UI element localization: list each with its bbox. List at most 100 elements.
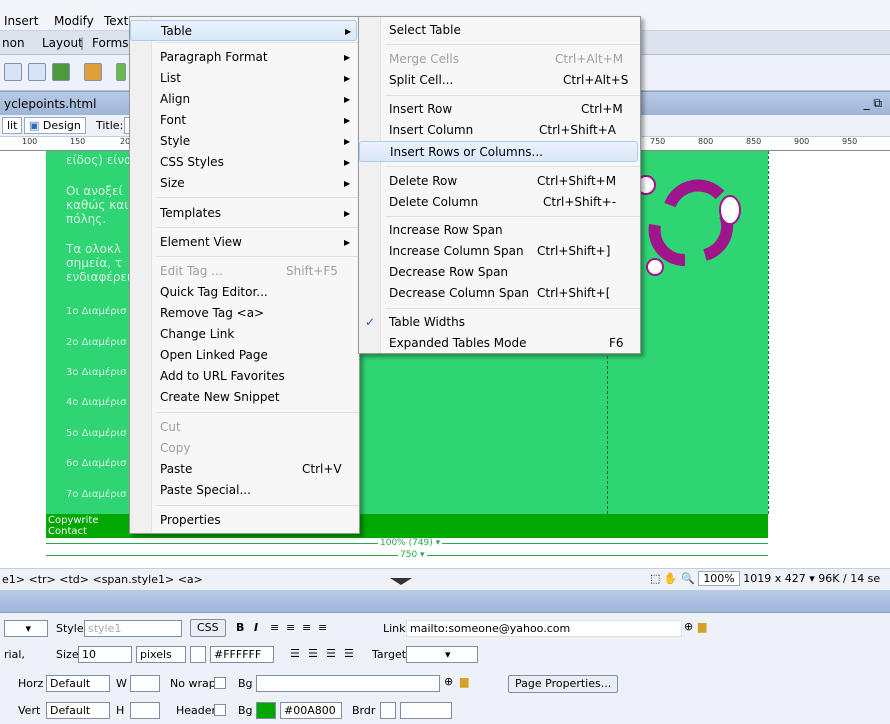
hand-tool-icon[interactable]: ✋ [664, 572, 678, 585]
unordered-list-icon[interactable]: ☰ [290, 647, 300, 660]
header-checkbox[interactable] [214, 704, 226, 716]
menu-item-open-linked-page[interactable]: Open Linked Page [130, 345, 359, 366]
menu-modify[interactable]: Modify [54, 14, 94, 28]
menu-item-table-widths[interactable]: ✓ Table Widths [359, 312, 640, 333]
target-select[interactable]: ▾ [406, 646, 478, 663]
browse-folder-icon[interactable]: ▆ [460, 675, 468, 688]
menu-item-align[interactable]: Align ▶ [130, 89, 359, 110]
district-link[interactable]: 3ο Διαμέρισ [66, 367, 126, 378]
zoom-select[interactable]: 100% [698, 571, 740, 586]
footer-contact-link[interactable]: Contact [48, 526, 87, 537]
menu-item-edit-tag[interactable]: Edit Tag ... Shift+F5 [130, 261, 359, 282]
table-width-pixels[interactable]: 750 ▾ [398, 550, 427, 560]
menu-item-delete-column[interactable]: Delete Column Ctrl+Shift+- [359, 192, 640, 213]
align-center-icon[interactable]: ≡ [286, 621, 295, 634]
browse-folder-icon[interactable]: ▆ [698, 620, 706, 633]
district-link[interactable]: 6ο Διαμέρισ [66, 458, 126, 469]
select-tool-icon[interactable]: ⬚ [650, 572, 660, 585]
district-link[interactable]: 1ο Διαμέρισ [66, 306, 126, 317]
media-icon[interactable] [84, 63, 102, 81]
district-link[interactable]: 2ο Διαμέρισ [66, 337, 126, 348]
menu-item-paragraph-format[interactable]: Paragraph Format ▶ [130, 47, 359, 68]
document-filename[interactable]: yclepoints.html [4, 97, 96, 111]
menu-item-quick-tag-editor[interactable]: Quick Tag Editor... [130, 282, 359, 303]
menu-item-properties[interactable]: Properties [130, 510, 359, 531]
window-size[interactable]: 1019 x 427 ▾ [743, 572, 815, 585]
align-left-icon[interactable]: ≡ [270, 621, 279, 634]
width-input[interactable] [130, 675, 160, 692]
table-icon[interactable] [4, 63, 22, 81]
align-right-icon[interactable]: ≡ [302, 621, 311, 634]
layer-icon[interactable] [28, 63, 46, 81]
border-color-input[interactable] [400, 702, 452, 719]
font-select[interactable]: rial, [4, 648, 25, 661]
horz-select[interactable]: Default [46, 675, 110, 692]
justify-icon[interactable]: ≡ [318, 621, 327, 634]
menu-item-size[interactable]: Size ▶ [130, 173, 359, 194]
menu-item-increase-row-span[interactable]: Increase Row Span [359, 220, 640, 241]
bg-color-swatch[interactable] [256, 702, 276, 719]
menu-item-table[interactable]: Table ▶ [130, 20, 357, 41]
menu-item-style[interactable]: Style ▶ [130, 131, 359, 152]
menu-item-decrease-column-span[interactable]: Decrease Column Span Ctrl+Shift+[ [359, 283, 640, 304]
outdent-icon[interactable]: ☰ [326, 647, 336, 660]
template-icon[interactable] [116, 63, 126, 81]
bold-button[interactable]: B [236, 621, 244, 634]
menu-item-create-new-snippet[interactable]: Create New Snippet [130, 387, 359, 408]
menu-item-list[interactable]: List ▶ [130, 68, 359, 89]
menu-item-insert-rows-or-columns[interactable]: Insert Rows or Columns... [359, 141, 638, 162]
menu-item-add-to-url-favorites[interactable]: Add to URL Favorites [130, 366, 359, 387]
menu-text[interactable]: Text [104, 14, 128, 28]
menu-item-css-styles[interactable]: CSS Styles ▶ [130, 152, 359, 173]
window-controls[interactable]: _ ⧉ [864, 96, 882, 111]
menu-item-templates[interactable]: Templates ▶ [130, 203, 359, 224]
menu-item-insert-row[interactable]: Insert Row Ctrl+M [359, 99, 640, 120]
style-select[interactable]: style1 [84, 620, 182, 637]
menu-item-cut[interactable]: Cut [130, 417, 359, 438]
menu-item-paste-special[interactable]: Paste Special... [130, 480, 359, 501]
size-select[interactable]: 10 [78, 646, 132, 663]
vert-select[interactable]: Default [46, 702, 110, 719]
tab-layout[interactable]: Layout [42, 36, 83, 50]
menu-item-select-table[interactable]: Select Table [359, 20, 640, 41]
menu-item-font[interactable]: Font ▶ [130, 110, 359, 131]
district-link[interactable]: 5ο Διαμέρισ [66, 428, 126, 439]
menu-insert[interactable]: Insert [4, 14, 38, 28]
height-input[interactable] [130, 702, 160, 719]
link-input[interactable]: mailto:someone@yahoo.com [406, 620, 682, 637]
tag-selector[interactable]: e1> <tr> <td> <span.style1> <a> [2, 573, 203, 586]
bg-image-input[interactable] [256, 675, 440, 692]
format-select[interactable]: ▾ [4, 620, 48, 637]
district-link[interactable]: 7ο Διαμέρισ [66, 489, 126, 500]
menu-item-paste[interactable]: Paste Ctrl+V [130, 459, 359, 480]
text-color-input[interactable]: #FFFFFF [210, 646, 274, 663]
border-color-swatch[interactable] [380, 702, 396, 719]
menu-item-change-link[interactable]: Change Link [130, 324, 359, 345]
ordered-list-icon[interactable]: ☰ [308, 647, 318, 660]
menu-item-decrease-row-span[interactable]: Decrease Row Span [359, 262, 640, 283]
menu-item-delete-row[interactable]: Delete Row Ctrl+Shift+M [359, 171, 640, 192]
district-link[interactable]: 4ο Διαμέρισ [66, 397, 126, 408]
tab-common[interactable]: non [2, 36, 25, 50]
properties-title-bar[interactable] [0, 590, 890, 612]
point-to-file-icon[interactable]: ⊕ [684, 620, 693, 633]
menu-item-merge-cells[interactable]: Merge Cells Ctrl+Alt+M [359, 49, 640, 70]
table-width-percent[interactable]: 100% (749) ▾ [378, 538, 443, 548]
text-color-swatch[interactable] [190, 646, 206, 663]
menu-item-expanded-tables-mode[interactable]: Expanded Tables Mode F6 [359, 333, 640, 354]
image-icon[interactable] [52, 63, 70, 81]
tab-forms[interactable]: Forms [92, 36, 128, 50]
menu-item-element-view[interactable]: Element View ▶ [130, 232, 359, 253]
menu-item-increase-column-span[interactable]: Increase Column Span Ctrl+Shift+] [359, 241, 640, 262]
css-button[interactable]: CSS [190, 619, 226, 637]
zoom-tool-icon[interactable]: 🔍 [681, 572, 695, 585]
indent-icon[interactable]: ☰ [344, 647, 354, 660]
point-to-file-icon[interactable]: ⊕ [444, 675, 453, 688]
bg-color-input[interactable]: #00A800 [280, 702, 342, 719]
menu-item-copy[interactable]: Copy [130, 438, 359, 459]
italic-button[interactable]: I [254, 621, 258, 634]
menu-item-remove-tag[interactable]: Remove Tag <a> [130, 303, 359, 324]
collapse-arrow-icon[interactable] [390, 578, 412, 585]
page-properties-button[interactable]: Page Properties... [508, 675, 619, 693]
menu-item-split-cell[interactable]: Split Cell... Ctrl+Alt+S [359, 70, 640, 91]
